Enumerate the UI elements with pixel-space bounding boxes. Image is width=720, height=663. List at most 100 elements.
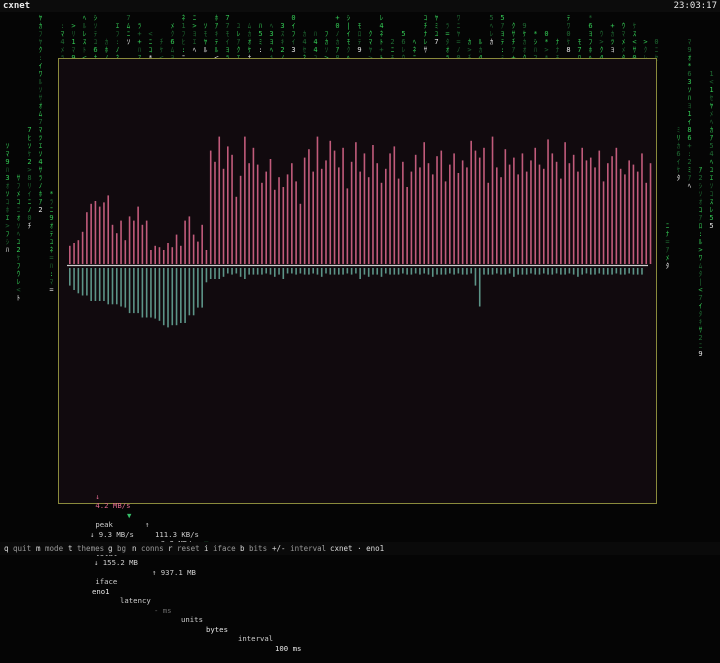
rain-glyph: ﾙ — [82, 22, 87, 30]
key-interval[interactable]: +/- interval — [272, 542, 326, 555]
tx-bar — [188, 268, 191, 316]
rx-bar — [222, 168, 225, 264]
tx-bar — [525, 268, 528, 275]
tx-bar — [619, 268, 622, 275]
rain-glyph: ﾍ — [269, 22, 274, 30]
interval-label: interval — [238, 634, 274, 643]
rain-glyph: ﾈ — [181, 14, 186, 22]
rain-glyph: ｶ — [610, 30, 615, 38]
key-themes[interactable]: t themes — [68, 542, 104, 555]
tx-bar — [470, 268, 472, 274]
rain-glyph: ﾊ — [137, 46, 142, 54]
tx-bar — [449, 268, 451, 274]
bandwidth-graph — [67, 136, 652, 328]
rain-glyph: ﾄ — [379, 38, 384, 46]
rain-glyph: : — [60, 22, 65, 30]
rx-bar — [542, 168, 545, 264]
rx-bar — [431, 174, 434, 264]
tx-bar — [542, 268, 545, 274]
rain-glyph: ﾌ — [181, 30, 186, 38]
tx-bar — [111, 268, 114, 305]
tx-bar — [496, 268, 498, 274]
rain-glyph: : — [115, 38, 120, 46]
key-iface[interactable]: i iface — [204, 542, 236, 555]
rain-glyph: ﾖ — [225, 46, 230, 54]
rx-bar — [137, 206, 139, 264]
rain-glyph: ﾁ — [159, 38, 164, 46]
rain-glyph: ﾒ — [16, 190, 21, 198]
rain-glyph: ｵ — [38, 102, 43, 110]
key-conns[interactable]: n conns — [132, 542, 164, 555]
rain-glyph: ﾎ — [104, 46, 109, 54]
rain-glyph: 1 — [687, 110, 692, 118]
rain-glyph: ｼ — [93, 14, 98, 22]
rain-glyph: ｵ — [445, 46, 450, 54]
rain-glyph: = — [49, 254, 54, 262]
rain-glyph: ｻ — [632, 46, 637, 54]
rain-glyph: ﾁ — [27, 222, 32, 230]
tx-bar — [641, 268, 643, 275]
tx-bar — [201, 268, 203, 308]
rain-glyph: ﾉ — [27, 206, 32, 214]
tx-bar — [478, 268, 481, 307]
rx-bar — [427, 163, 430, 264]
rain-glyph: 5 — [401, 30, 406, 38]
rain-glyph: ｸ — [599, 46, 604, 54]
rain-glyph: ﾖ — [192, 30, 197, 38]
rain-glyph: ｿ — [38, 150, 43, 158]
rain-glyph: ﾓ — [577, 38, 582, 46]
rain-glyph: ﾏ — [60, 30, 65, 38]
rain-glyph: ｶ — [478, 46, 483, 54]
rain-glyph: 6 — [687, 70, 692, 78]
rain-glyph: ｱ — [709, 134, 714, 142]
tx-bar — [530, 268, 532, 274]
rain-glyph: 4 — [302, 38, 307, 46]
rx-bar — [406, 187, 408, 264]
key-bits[interactable]: b bits — [240, 542, 267, 555]
rain-glyph: ﾅ — [555, 46, 560, 54]
rain-glyph: ｳ — [621, 22, 626, 30]
keybind-statusbar: q quit m mode t themes g bg n conns r re… — [0, 542, 720, 555]
rx-bar — [86, 212, 88, 264]
rx-bar — [333, 150, 336, 264]
tx-bar — [521, 268, 524, 275]
rain-glyph: ﾅ — [423, 30, 428, 38]
tx-bar — [256, 268, 259, 275]
rx-bar — [551, 153, 554, 264]
tx-bar — [376, 268, 379, 275]
rain-glyph: ﾙ — [698, 238, 703, 246]
rx-bar — [69, 245, 71, 264]
rain-glyph: > — [698, 246, 703, 254]
rain-glyph: ﾜ — [38, 70, 43, 78]
rx-bar — [641, 153, 643, 264]
tx-bar — [299, 268, 302, 274]
rain-glyph: ｴ — [709, 174, 714, 182]
tx-bar — [231, 268, 233, 275]
rain-glyph: ﾅ — [665, 230, 670, 238]
rain-glyph: < — [709, 78, 714, 86]
rain-glyph: = — [445, 30, 450, 38]
rain-glyph: ｴ — [192, 38, 197, 46]
rain-glyph: ｺ — [709, 190, 714, 198]
key-quit[interactable]: q quit — [4, 542, 31, 555]
rain-glyph: ﾚ — [82, 30, 87, 38]
rain-glyph: 0 — [654, 38, 659, 46]
rx-bar — [325, 160, 327, 264]
stats-block: ↓ 4.2 MB/s ▼ ↑ 111.3 KB/s ▼ peak ↓ 9.3 M… — [69, 463, 301, 653]
key-mode[interactable]: m mode — [36, 542, 63, 555]
rain-glyph: ｼ — [346, 14, 351, 22]
rain-glyph: ｲ — [27, 190, 32, 198]
tx-bar — [175, 268, 178, 326]
rain-glyph: * — [533, 30, 538, 38]
rx-bar — [299, 203, 302, 264]
rain-glyph: ﾉ — [38, 182, 43, 190]
rain-glyph: 0 — [544, 30, 549, 38]
tx-bar — [235, 268, 238, 274]
rain-glyph: ｶ — [104, 38, 109, 46]
key-bg[interactable]: g bg — [108, 542, 126, 555]
rain-glyph: ﾍ — [82, 14, 87, 22]
rain-glyph: ﾏ — [368, 38, 373, 46]
key-reset[interactable]: r reset — [168, 542, 200, 555]
rain-glyph: ﾌ — [5, 230, 10, 238]
tx-bar — [615, 268, 618, 274]
